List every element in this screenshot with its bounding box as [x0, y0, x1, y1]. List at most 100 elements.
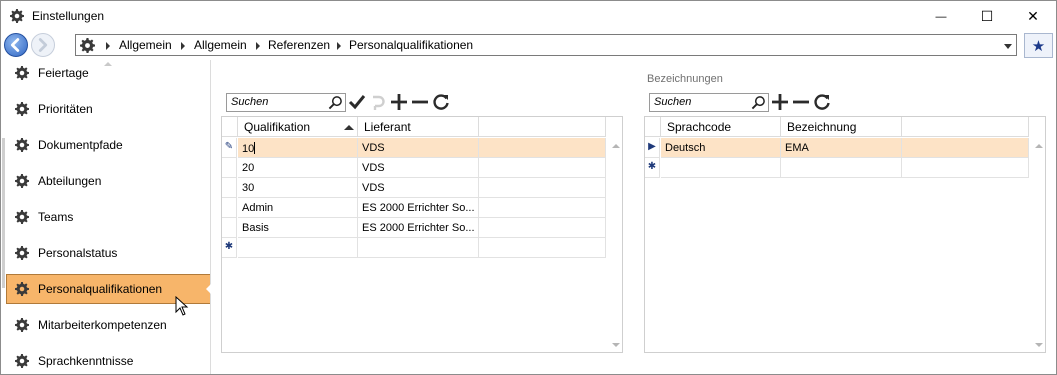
sidebar-item-feiertage[interactable]: Feiertage	[6, 60, 210, 88]
close-icon: ✕	[1027, 8, 1039, 24]
table-cell[interactable]: VDS	[358, 158, 479, 178]
remove-icon[interactable]	[411, 93, 429, 111]
arrow-left-icon	[10, 38, 20, 52]
breadcrumb-item[interactable]: Personalqualifikationen	[349, 38, 473, 52]
forward-button[interactable]	[31, 33, 55, 57]
column-header-label: Bezeichnung	[787, 120, 857, 134]
new-row-cell[interactable]	[902, 158, 1029, 178]
column-header-sprachcode[interactable]: Sprachcode	[661, 117, 781, 137]
sidebar-item-teams[interactable]: Teams	[6, 202, 210, 232]
breadcrumb-separator-icon[interactable]	[181, 42, 185, 50]
new-row-cell[interactable]	[781, 158, 902, 178]
breadcrumb-item[interactable]: Referenzen	[268, 38, 330, 52]
column-header-bezeichnung[interactable]: Bezeichnung	[781, 117, 902, 137]
window-title: Einstellungen	[32, 9, 105, 23]
cell-value: 20	[242, 162, 255, 174]
table-cell[interactable]: 20	[238, 158, 358, 178]
maximize-button[interactable]: ☐	[964, 2, 1010, 31]
scroll-down-icon[interactable]	[612, 343, 620, 347]
column-header-label: Lieferant	[364, 120, 411, 134]
gear-icon	[80, 38, 95, 53]
scroll-up-icon[interactable]	[1035, 144, 1043, 148]
breadcrumb-separator-icon[interactable]	[106, 42, 110, 50]
table-cell[interactable]: ES 2000 Errichter So...	[358, 218, 479, 238]
cell-value: VDS	[362, 162, 385, 174]
column-header-qualifikation[interactable]: Qualifikation	[238, 117, 358, 137]
table-cell[interactable]	[902, 138, 1029, 158]
qualifications-grid[interactable]: Qualifikation Lieferant ✎ 10 VDS 20 VDS …	[221, 116, 623, 353]
sidebar-scrollbar[interactable]	[2, 138, 5, 288]
search-icon[interactable]	[328, 95, 343, 110]
sidebar-item-label: Sprachkenntnisse	[38, 354, 134, 368]
address-bar[interactable]: Allgemein Allgemein Referenzen Personalq…	[75, 34, 1017, 56]
search-input[interactable]: Suchen	[649, 93, 769, 112]
new-row-cell[interactable]	[479, 238, 606, 258]
table-cell[interactable]: EMA	[781, 138, 902, 158]
sidebar[interactable]: Feiertage Prioritäten Dokumentpfade Abte…	[1, 60, 211, 374]
breadcrumb-item[interactable]: Allgemein	[119, 38, 172, 52]
new-row-cell[interactable]	[238, 238, 358, 258]
new-row-cell[interactable]	[358, 238, 479, 258]
sidebar-item-personalstatus[interactable]: Personalstatus	[6, 238, 210, 268]
column-header-label: Qualifikation	[244, 120, 311, 134]
breadcrumb-item[interactable]: Allgemein	[194, 38, 247, 52]
sidebar-item-sprachkenntnisse[interactable]: Sprachkenntnisse	[6, 346, 210, 374]
breadcrumb-separator-icon[interactable]	[337, 42, 341, 50]
minimize-button[interactable]: —	[918, 2, 964, 31]
sidebar-item-label: Mitarbeiterkompetenzen	[38, 318, 167, 332]
sidebar-item-label: Dokumentpfade	[38, 138, 123, 152]
new-row-cell[interactable]	[661, 158, 781, 178]
gear-icon	[15, 282, 29, 296]
scroll-up-icon[interactable]	[612, 144, 620, 148]
favorite-button[interactable]: ★	[1024, 33, 1053, 58]
table-cell[interactable]: 10	[238, 138, 358, 158]
add-icon[interactable]	[771, 93, 789, 111]
table-cell[interactable]	[479, 178, 606, 198]
arrow-right-icon	[38, 38, 48, 52]
table-cell[interactable]: Basis	[238, 218, 358, 238]
table-cell[interactable]: Deutsch	[661, 138, 781, 158]
cell-value: 10	[242, 143, 255, 155]
table-cell[interactable]: 30	[238, 178, 358, 198]
text-caret	[254, 142, 256, 154]
table-cell[interactable]	[479, 138, 606, 158]
search-input[interactable]: Suchen	[226, 93, 346, 112]
table-cell[interactable]: ES 2000 Errichter So...	[358, 198, 479, 218]
minimize-icon: —	[935, 10, 947, 23]
back-button[interactable]	[4, 33, 28, 57]
close-button[interactable]: ✕	[1010, 2, 1056, 31]
table-cell[interactable]	[479, 158, 606, 178]
sidebar-item-abteilungen[interactable]: Abteilungen	[6, 166, 210, 196]
sidebar-item-dokumentpfade[interactable]: Dokumentpfade	[6, 130, 210, 160]
sidebar-item-label: Prioritäten	[38, 102, 93, 116]
cell-value: VDS	[362, 142, 385, 154]
cell-value: Admin	[242, 202, 274, 214]
designations-grid[interactable]: Sprachcode Bezeichnung ▶ Deutsch EMA ✱	[644, 116, 1046, 353]
undo-icon[interactable]	[369, 93, 387, 111]
star-icon: ★	[1031, 37, 1046, 55]
gear-icon	[15, 318, 29, 332]
add-icon[interactable]	[390, 93, 408, 111]
column-header-lieferant[interactable]: Lieferant	[358, 117, 479, 137]
column-header-empty	[902, 117, 1029, 137]
sidebar-item-prioritaeten[interactable]: Prioritäten	[6, 94, 210, 124]
breadcrumb-separator-icon[interactable]	[256, 42, 260, 50]
table-cell[interactable]	[479, 198, 606, 218]
remove-icon[interactable]	[792, 93, 810, 111]
table-cell[interactable]	[479, 218, 606, 238]
sidebar-item-label: Teams	[38, 210, 74, 224]
sidebar-item-label: Abteilungen	[38, 174, 102, 188]
check-icon[interactable]	[348, 93, 366, 111]
sidebar-item-label: Personalstatus	[38, 246, 118, 260]
refresh-icon[interactable]	[813, 93, 831, 111]
gear-icon	[15, 246, 29, 260]
table-cell[interactable]: Admin	[238, 198, 358, 218]
table-cell[interactable]: VDS	[358, 138, 479, 158]
scroll-down-icon[interactable]	[1035, 343, 1043, 347]
search-icon[interactable]	[751, 95, 766, 110]
refresh-icon[interactable]	[432, 93, 450, 111]
table-cell[interactable]: VDS	[358, 178, 479, 198]
chevron-down-icon[interactable]	[1004, 44, 1012, 49]
column-header-label: Sprachcode	[667, 120, 732, 134]
new-row-indicator: ✱	[645, 158, 660, 178]
